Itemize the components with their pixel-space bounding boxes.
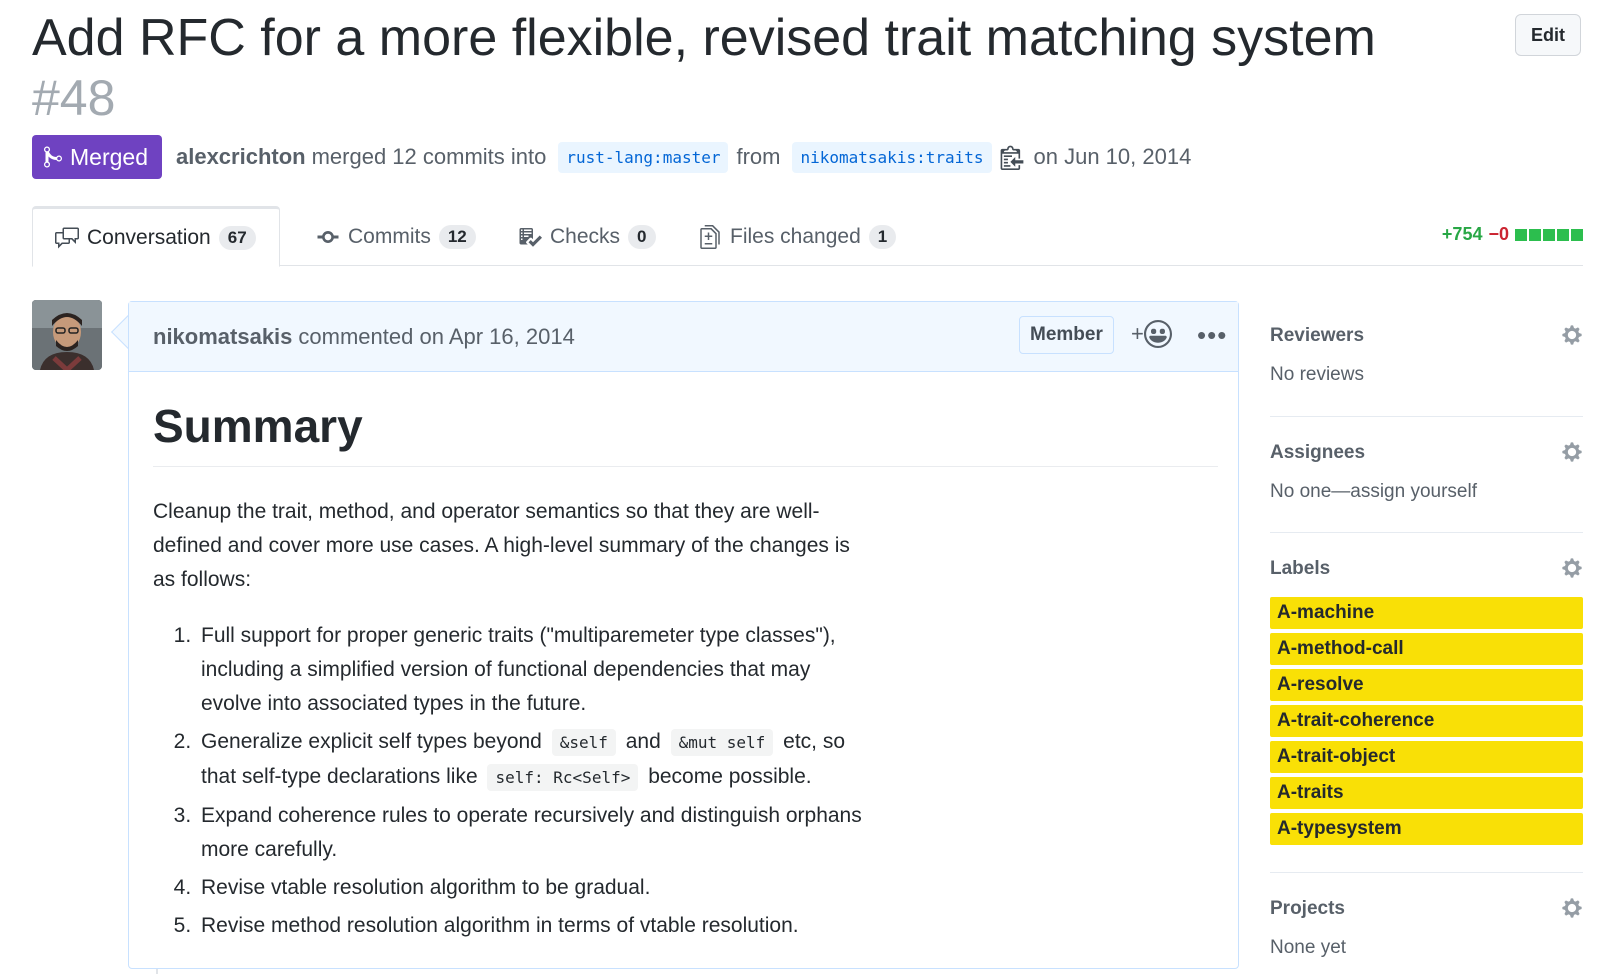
pr-title: Add RFC for a more flexible, revised tra… [32,9,1376,67]
timeline-line [156,969,158,974]
list-item: Full support for proper generic traits (… [197,619,873,721]
tab-label: Conversation [87,225,211,249]
projects-section: Projects None yet [1270,873,1583,973]
reviewers-value: No reviews [1270,364,1364,385]
file-diff-icon [700,224,720,249]
comment-header: nikomatsakis commented on Apr 16, 2014 M… [129,302,1238,372]
diffstat-block [1571,228,1583,241]
tab-checks[interactable]: Checks 0 [496,206,678,267]
pr-number: #48 [32,70,116,126]
git-merge-icon [44,146,62,168]
timeline-comment: nikomatsakis commented on Apr 16, 2014 M… [128,301,1239,969]
avatar[interactable] [32,300,102,370]
diffstat: +754 −0 [1442,224,1583,245]
labels-title[interactable]: Labels [1270,557,1583,581]
diffstat-deletions: −0 [1488,224,1509,244]
add-reaction-button[interactable]: + [1131,320,1172,348]
tab-conversation[interactable]: Conversation 67 [32,206,280,267]
labels-section: Labels A-machine A-method-call A-resolve… [1270,533,1583,873]
labels-list: A-machine A-method-call A-resolve A-trai… [1270,597,1583,845]
label-a-resolve[interactable]: A-resolve [1270,669,1583,701]
tab-label: Files changed [730,224,861,248]
summary-intro: Cleanup the trait, method, and operator … [153,500,850,591]
pr-meta: Merged alexcrichton merged 12 commits in… [32,134,1191,180]
comment-author-link[interactable]: nikomatsakis [153,324,292,350]
tab-count: 0 [628,224,656,249]
comment-discussion-icon [55,227,79,248]
assignees-value[interactable]: No one—assign yourself [1270,481,1583,503]
user-avatar-image [32,300,102,370]
label-a-trait-coherence[interactable]: A-trait-coherence [1270,705,1583,737]
smiley-icon [1143,320,1172,348]
from-text: from [736,144,781,169]
tab-count: 1 [868,224,897,249]
comment-timestamp[interactable]: commented on Apr 16, 2014 [298,324,574,350]
git-commit-icon [317,230,339,243]
pr-tabs: Conversation 67 Commits 12 Checks 0 File… [32,206,1583,267]
label-a-typesystem[interactable]: A-typesystem [1270,813,1583,845]
list-item: Generalize explicit self types beyond &s… [197,725,873,795]
diffstat-additions: +754 [1441,224,1483,244]
merger-link[interactable]: alexcrichton [176,144,306,170]
assignees-section: Assignees No one—assign yourself [1270,417,1583,533]
plus-icon: + [1131,321,1144,346]
base-branch[interactable]: rust-lang:master [558,141,729,173]
gear-icon[interactable] [1561,557,1583,579]
tab-files-changed[interactable]: Files changed 1 [676,206,918,267]
label-a-machine[interactable]: A-machine [1270,597,1583,629]
clippy-icon[interactable] [1000,144,1024,170]
diffstat-block [1529,228,1541,241]
tab-count: 67 [218,225,256,250]
reviewers-section: Reviewers No reviews [1270,300,1583,417]
projects-title[interactable]: Projects [1270,897,1583,921]
label-a-trait-object[interactable]: A-trait-object [1270,741,1583,773]
item-text: Generalize explicit self types beyond [201,730,542,753]
tab-count: 12 [438,224,476,249]
tab-label: Checks [550,224,621,248]
member-badge: Member [1019,316,1114,354]
changes-list: Full support for proper generic traits (… [153,619,873,943]
kebab-horizontal-icon[interactable]: ••• [1197,320,1227,351]
gear-icon[interactable] [1561,324,1583,346]
item-text: and [625,730,661,753]
tab-label: Commits [348,224,431,248]
diffstat-block [1557,228,1569,241]
diffstat-block [1515,228,1527,241]
projects-value: None yet [1270,937,1347,958]
merged-text: merged 12 commits into [311,144,547,169]
reviewers-title[interactable]: Reviewers [1270,324,1583,348]
inline-code: self: Rc<Self> [487,764,639,791]
diffstat-blocks [1515,228,1583,241]
inline-code: &mut self [670,729,774,756]
comment-body: Summary Cleanup the trait, method, and o… [153,372,1218,947]
list-item: Revise method resolution algorithm in te… [197,909,873,943]
list-item: Expand coherence rules to operate recurs… [197,799,873,867]
head-branch[interactable]: nikomatsakis:traits [792,141,992,173]
gear-icon[interactable] [1561,897,1583,919]
inline-code: &self [551,729,616,756]
merged-state-badge: Merged [32,135,162,179]
edit-title-button[interactable]: Edit [1515,14,1581,56]
label-a-traits[interactable]: A-traits [1270,777,1583,809]
merged-label: Merged [70,143,148,170]
gear-icon[interactable] [1561,441,1583,463]
item-text: become possible. [648,765,812,788]
label-a-method-call[interactable]: A-method-call [1270,633,1583,665]
merge-date: on Jun 10, 2014 [1033,144,1192,169]
tab-commits[interactable]: Commits 12 [294,206,498,267]
summary-heading: Summary [153,398,1218,467]
list-item: Revise vtable resolution algorithm to be… [197,871,873,905]
pr-sidebar: Reviewers No reviews Assignees No one—as… [1270,300,1583,973]
assignees-title[interactable]: Assignees [1270,441,1583,465]
diffstat-block [1543,228,1555,241]
checklist-icon [519,227,542,247]
